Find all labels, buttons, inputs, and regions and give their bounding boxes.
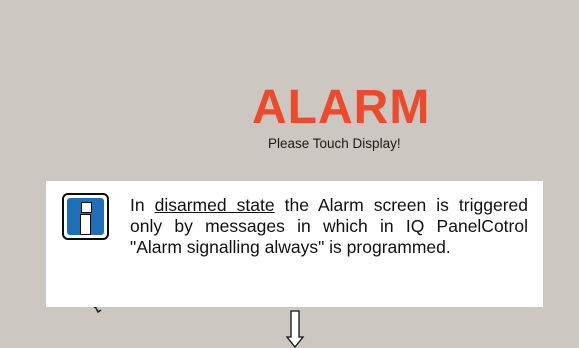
alarm-screen[interactable]: ALARM Please Touch Display! In disarmed … — [0, 0, 579, 348]
down-arrow-icon — [285, 310, 305, 348]
info-note-text: In disarmed state the Alarm screen is tr… — [130, 195, 528, 258]
disarmed-state-term: disarmed state — [154, 195, 275, 215]
info-note: In disarmed state the Alarm screen is tr… — [46, 181, 543, 307]
alarm-title: ALARM — [252, 81, 431, 134]
note-text-prefix: In — [130, 195, 155, 215]
info-icon — [62, 193, 109, 240]
touch-display-prompt: Please Touch Display! — [268, 136, 401, 151]
